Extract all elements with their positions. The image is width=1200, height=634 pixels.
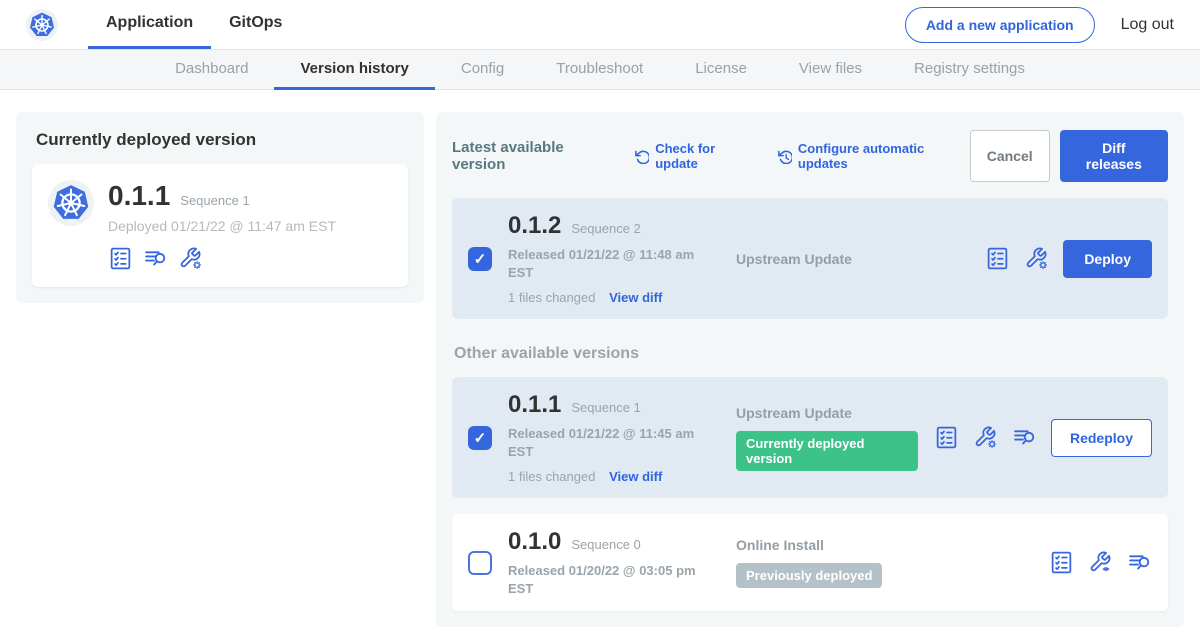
sequence-label: Sequence 2 (571, 221, 640, 236)
deployed-version-number: 0.1.1 (108, 180, 170, 212)
check-for-update-label: Check for update (655, 141, 756, 171)
deployed-timestamp: Deployed 01/21/22 @ 11:47 am EST (108, 218, 336, 234)
subtab-registry-settings[interactable]: Registry settings (888, 50, 1051, 90)
version-row-0-1-1: ✓ 0.1.1 Sequence 1 Released 01/21/22 @ 1… (452, 377, 1168, 498)
released-timestamp: Released 01/20/22 @ 03:05 pm EST (508, 562, 708, 597)
subtab-view-files[interactable]: View files (773, 50, 888, 90)
subtab-config[interactable]: Config (435, 50, 530, 90)
release-notes-icon[interactable] (1127, 550, 1152, 575)
currently-deployed-panel: Currently deployed version 0.1.1 Sequenc… (16, 112, 424, 303)
deployed-sequence-label: Sequence 1 (180, 193, 249, 208)
version-number: 0.1.0 (508, 528, 561, 556)
kubernetes-helm-wheel-icon (48, 180, 94, 226)
cancel-button[interactable]: Cancel (970, 130, 1050, 182)
preflight-checks-icon[interactable] (108, 246, 133, 271)
subtab-troubleshoot[interactable]: Troubleshoot (530, 50, 669, 90)
deploy-button[interactable]: Deploy (1063, 240, 1152, 278)
view-diff-link[interactable]: View diff (609, 290, 662, 305)
app-logo[interactable] (26, 0, 58, 49)
edit-config-icon[interactable] (973, 425, 998, 450)
view-diff-link[interactable]: View diff (609, 469, 662, 484)
main-content: Currently deployed version 0.1.1 Sequenc… (0, 90, 1200, 634)
version-checkbox[interactable] (468, 551, 492, 575)
edit-config-icon[interactable] (178, 246, 203, 271)
refresh-arrow-icon (634, 148, 649, 164)
available-versions-panel: Latest available version Check for updat… (436, 112, 1184, 627)
latest-available-title: Latest available version (452, 139, 614, 173)
version-source-label: Upstream Update (736, 405, 918, 421)
check-for-update-link[interactable]: Check for update (634, 141, 757, 171)
released-timestamp: Released 01/21/22 @ 11:48 am EST (508, 246, 708, 281)
version-number: 0.1.1 (508, 391, 561, 419)
preflight-checks-icon[interactable] (985, 246, 1010, 271)
configure-automatic-updates-label: Configure automatic updates (798, 141, 970, 171)
version-row-0-1-2: ✓ 0.1.2 Sequence 2 Released 01/21/22 @ 1… (452, 198, 1168, 319)
preflight-checks-icon[interactable] (934, 425, 959, 450)
tab-application[interactable]: Application (88, 0, 211, 49)
files-changed-label: 1 files changed (508, 469, 595, 484)
deployed-version-card: 0.1.1 Sequence 1 Deployed 01/21/22 @ 11:… (32, 164, 408, 287)
version-source-label: Upstream Update (736, 251, 969, 267)
currently-deployed-badge: Currently deployed version (736, 431, 918, 471)
deployed-panel-title: Currently deployed version (36, 130, 404, 150)
redeploy-button[interactable]: Redeploy (1051, 419, 1152, 457)
version-row-0-1-0: 0.1.0 Sequence 0 Released 01/20/22 @ 03:… (452, 514, 1168, 611)
top-tabs: Application GitOps (88, 0, 300, 49)
version-checkbox[interactable]: ✓ (468, 426, 492, 450)
add-application-button[interactable]: Add a new application (905, 7, 1095, 43)
diff-releases-button[interactable]: Diff releases (1060, 130, 1168, 182)
released-timestamp: Released 01/21/22 @ 11:45 am EST (508, 425, 708, 460)
edit-config-icon[interactable] (1024, 246, 1049, 271)
previously-deployed-badge: Previously deployed (736, 563, 882, 588)
subtab-dashboard[interactable]: Dashboard (149, 50, 274, 90)
kubernetes-helm-wheel-icon (26, 9, 58, 41)
preflight-checks-icon[interactable] (1049, 550, 1074, 575)
secondary-nav: Dashboard Version history Config Trouble… (0, 50, 1200, 90)
tab-gitops[interactable]: GitOps (211, 0, 300, 49)
top-nav: Application GitOps Add a new application… (0, 0, 1200, 50)
release-notes-icon[interactable] (143, 246, 168, 271)
version-number: 0.1.2 (508, 212, 561, 240)
subtab-version-history[interactable]: Version history (274, 50, 434, 90)
view-config-icon[interactable] (1088, 550, 1113, 575)
sequence-label: Sequence 0 (571, 537, 640, 552)
version-checkbox[interactable]: ✓ (468, 247, 492, 271)
files-changed-label: 1 files changed (508, 290, 595, 305)
release-notes-icon[interactable] (1012, 425, 1037, 450)
other-versions-title: Other available versions (454, 345, 1166, 363)
version-source-label: Online Install (736, 537, 1033, 553)
logout-link[interactable]: Log out (1121, 16, 1174, 34)
subtab-license[interactable]: License (669, 50, 773, 90)
configure-automatic-updates-link[interactable]: Configure automatic updates (777, 141, 970, 171)
sequence-label: Sequence 1 (571, 400, 640, 415)
clock-refresh-icon (777, 148, 792, 164)
